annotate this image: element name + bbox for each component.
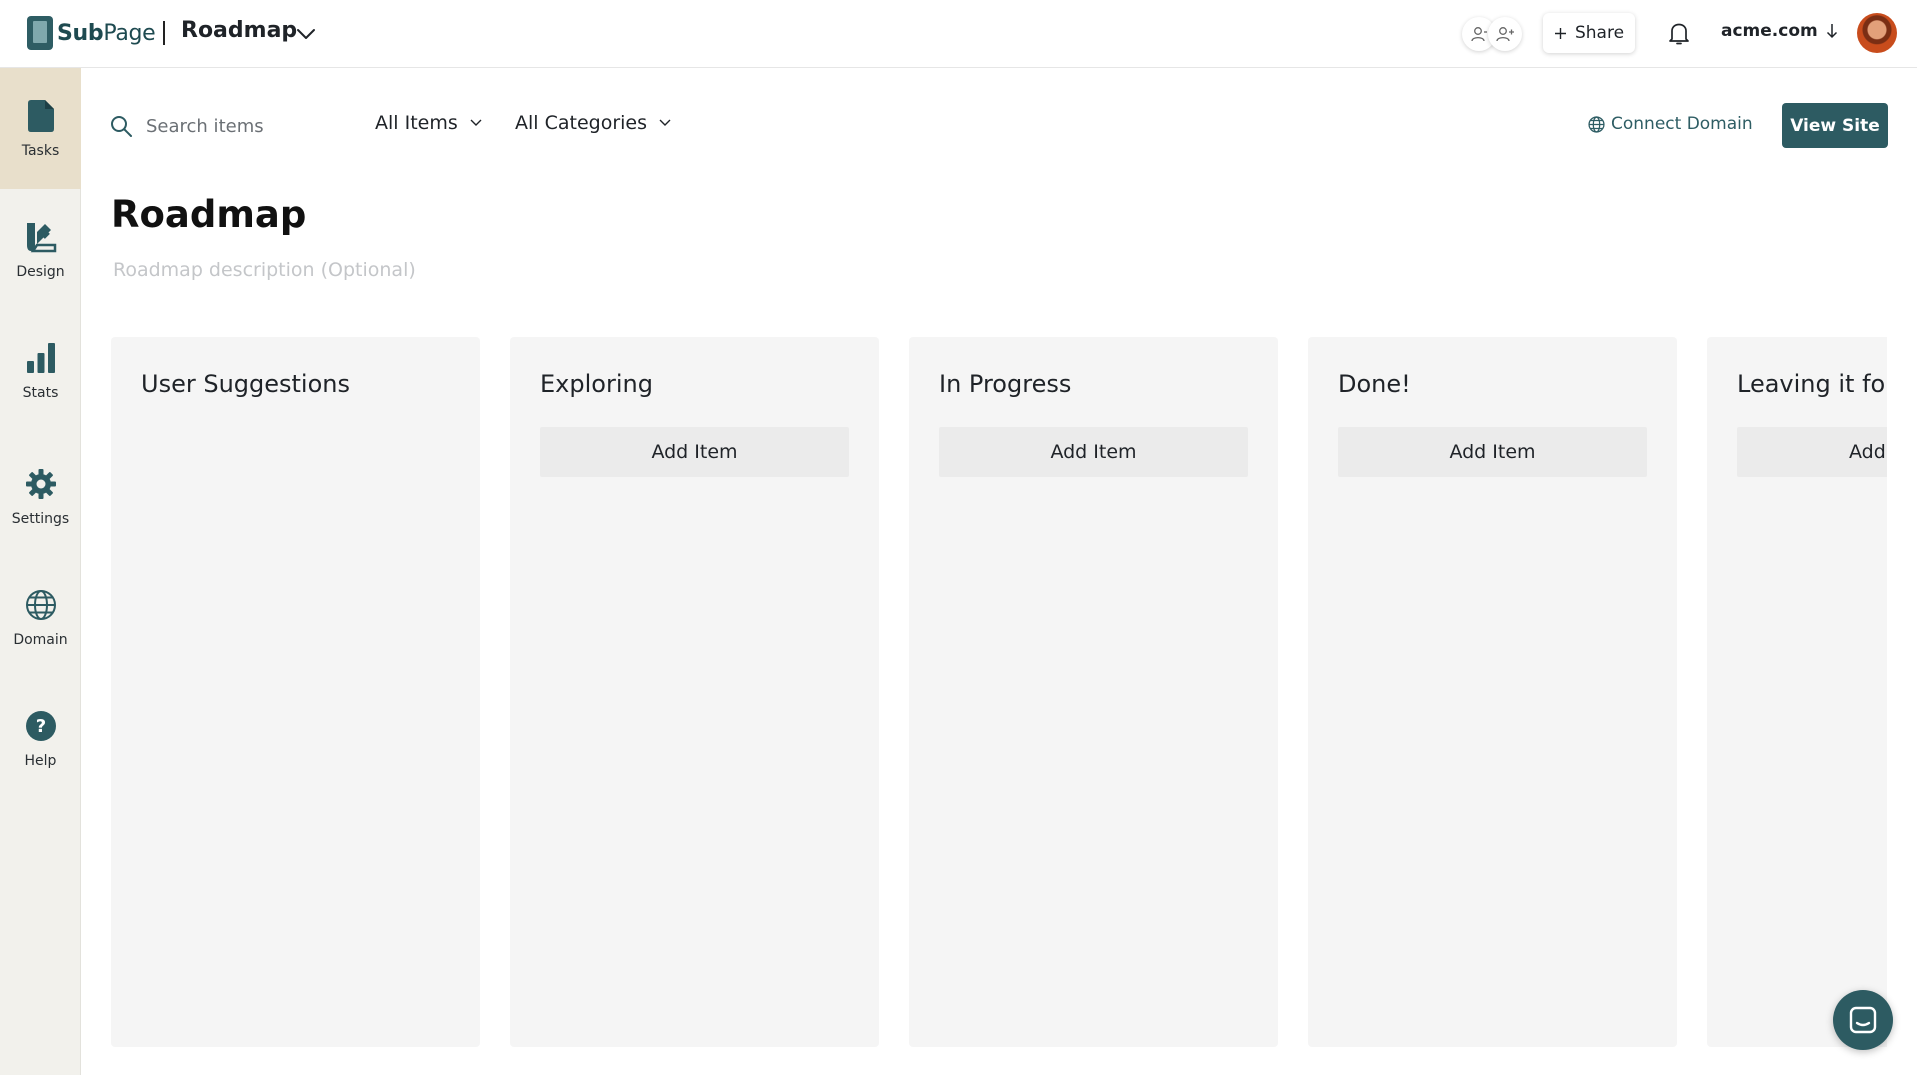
chevron-down-icon (659, 119, 671, 126)
sidebar-item-design[interactable]: Design (0, 189, 81, 310)
design-icon (24, 220, 58, 254)
search-icon (111, 116, 132, 137)
sidebar-item-domain[interactable]: Domain (0, 557, 81, 678)
globe-icon (24, 588, 58, 622)
add-item-button[interactable]: Add Item (540, 427, 849, 477)
share-label: Share (1574, 23, 1625, 43)
logo-icon (27, 16, 53, 50)
items-filter-dropdown[interactable]: All Items (375, 112, 482, 134)
chat-button[interactable] (1833, 990, 1893, 1050)
svg-text:?: ? (35, 716, 45, 737)
board-column-leaving-it-for: Leaving it for Add (1707, 337, 1887, 1047)
chevron-down-icon[interactable] (294, 22, 318, 46)
sidebar-item-label: Help (24, 752, 57, 769)
column-title[interactable]: User Suggestions (141, 370, 350, 398)
sidebar-item-help[interactable]: ? Help (0, 678, 81, 799)
help-icon: ? (24, 709, 58, 743)
page-title[interactable]: Roadmap (111, 193, 306, 236)
column-title[interactable]: Exploring (540, 370, 653, 398)
plus-icon (1554, 27, 1566, 39)
column-title[interactable]: In Progress (939, 370, 1071, 398)
bar-chart-icon (24, 341, 58, 375)
column-title[interactable]: Done! (1338, 370, 1411, 398)
add-item-button[interactable]: Add Item (939, 427, 1248, 477)
add-item-button[interactable]: Add Item (1338, 427, 1647, 477)
sidebar-item-stats[interactable]: Stats (0, 310, 81, 431)
project-title[interactable]: Roadmap (181, 18, 297, 43)
sidebar-item-label: Settings (11, 510, 70, 527)
chevron-down-icon (470, 119, 482, 126)
sidebar-item-settings[interactable]: Settings (0, 436, 81, 557)
board-column-exploring: Exploring Add Item (510, 337, 879, 1047)
arrow-down-icon (1826, 24, 1837, 39)
board-column-done: Done! Add Item (1308, 337, 1677, 1047)
sidebar-item-label: Domain (13, 631, 68, 648)
globe-icon (1588, 115, 1605, 133)
categories-filter-label: All Categories (515, 112, 648, 134)
sidebar-item-label: Stats (22, 384, 59, 401)
domain-selector[interactable]: acme.com (1721, 21, 1838, 41)
connect-domain-link[interactable]: Connect Domain (1588, 114, 1753, 134)
column-title[interactable]: Leaving it for (1737, 370, 1887, 398)
roadmap-description-field[interactable]: Roadmap description (Optional) (113, 259, 416, 281)
board-column-user-suggestions: User Suggestions (111, 337, 480, 1047)
subpage-logo[interactable]: SubPage (27, 16, 156, 50)
title-divider (163, 21, 165, 45)
top-bar: SubPage Roadmap Share acme.com (0, 0, 1917, 68)
board-column-in-progress: In Progress Add Item (909, 337, 1278, 1047)
roadmap-board: User Suggestions Exploring Add Item In P… (111, 337, 1887, 1047)
gear-icon (24, 467, 58, 501)
avatar[interactable] (1857, 13, 1897, 53)
view-site-button[interactable]: View Site (1782, 103, 1888, 148)
add-item-button[interactable]: Add (1737, 427, 1887, 477)
sidebar-item-label: Design (16, 263, 65, 280)
connect-domain-label: Connect Domain (1611, 114, 1753, 134)
domain-label: acme.com (1721, 21, 1818, 41)
logo-text: SubPage (57, 20, 156, 46)
search-input[interactable] (146, 111, 346, 141)
sidebar-item-label: Tasks (21, 142, 60, 159)
share-button[interactable]: Share (1543, 13, 1635, 53)
chat-icon (1849, 1006, 1877, 1034)
bell-icon[interactable] (1667, 20, 1691, 46)
items-filter-label: All Items (375, 112, 458, 134)
invite-users[interactable] (1462, 16, 1524, 52)
sidebar: Tasks Design Stats Settings Domain ? Hel… (0, 68, 81, 1075)
sidebar-item-tasks[interactable]: Tasks (0, 68, 81, 189)
categories-filter-dropdown[interactable]: All Categories (515, 112, 671, 134)
add-user-icon[interactable] (1488, 17, 1522, 51)
document-icon (24, 99, 58, 133)
